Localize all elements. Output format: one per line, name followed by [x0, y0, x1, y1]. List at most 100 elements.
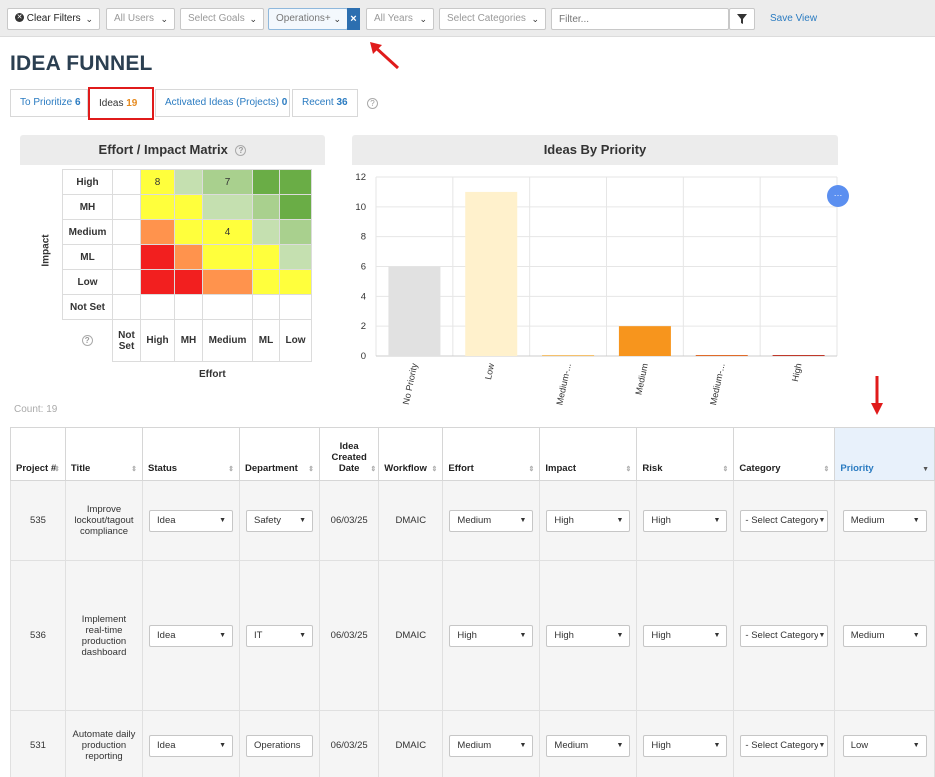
users-filter[interactable]: All Users ⌄ — [106, 8, 175, 30]
impact-select[interactable]: High ▼ — [546, 509, 631, 532]
matrix-cell[interactable] — [252, 219, 280, 245]
tab-activated-ideas[interactable]: Activated Ideas (Projects) 0 — [155, 89, 290, 117]
effort-select[interactable]: High ▼ — [449, 624, 534, 647]
tab-recent[interactable]: Recent 36 — [292, 89, 358, 117]
status-select[interactable]: Idea ▼ — [149, 509, 234, 532]
column-header-title[interactable]: Title ⇕ — [64, 427, 144, 481]
matrix-cell[interactable] — [112, 269, 141, 295]
categories-filter[interactable]: Select Categories ⌄ — [439, 8, 546, 30]
header-label: Risk — [642, 463, 663, 474]
effort-select[interactable]: Medium ▼ — [449, 509, 534, 532]
idea-title[interactable]: Implement real-time production dashboard — [64, 560, 144, 711]
matrix-cell[interactable]: 7 — [202, 169, 253, 195]
matrix-cell[interactable]: 8 — [140, 169, 175, 195]
matrix-cell[interactable] — [174, 194, 203, 220]
idea-title[interactable]: Automate daily production reporting — [64, 710, 144, 777]
more-icon: … — [834, 188, 843, 198]
column-header-effort[interactable]: Effort ⇕ — [442, 427, 541, 481]
matrix-cell[interactable] — [140, 219, 175, 245]
header-label: Priority — [840, 463, 874, 474]
matrix-cell[interactable] — [174, 294, 203, 320]
matrix-cell[interactable] — [140, 244, 175, 270]
matrix-cell[interactable] — [252, 294, 280, 320]
matrix-cell[interactable] — [202, 294, 253, 320]
impact-select[interactable]: Medium ▼ — [546, 734, 631, 757]
clear-department-icon[interactable]: × — [347, 8, 360, 30]
matrix-cell[interactable] — [252, 244, 280, 270]
matrix-cell[interactable] — [252, 169, 280, 195]
select-value: High — [651, 514, 671, 526]
column-header-workflow[interactable]: Workflow ⇕ — [378, 427, 444, 481]
y-tick-label: 0 — [361, 351, 366, 362]
department-input[interactable]: Operations — [246, 734, 314, 757]
matrix-cell[interactable] — [174, 219, 203, 245]
column-header-category[interactable]: Category ⇕ — [733, 427, 836, 481]
matrix-cell[interactable] — [140, 269, 175, 295]
priority-select[interactable]: Low ▼ — [842, 734, 927, 757]
idea-title[interactable]: Improve lockout/tagout compliance — [64, 480, 144, 561]
clear-filters-button[interactable]: ✕ Clear Filters ⌄ — [7, 8, 100, 30]
help-icon[interactable]: ? — [367, 98, 378, 109]
matrix-cell[interactable] — [252, 194, 280, 220]
matrix-cell[interactable] — [202, 244, 253, 270]
effort-select[interactable]: Medium ▼ — [449, 734, 534, 757]
department-select[interactable]: IT ▼ — [246, 624, 314, 647]
matrix-cell[interactable] — [112, 169, 141, 195]
matrix-cell[interactable] — [112, 194, 141, 220]
matrix-cell[interactable]: 4 — [202, 219, 253, 245]
matrix-cell[interactable] — [279, 219, 312, 245]
save-view-link[interactable]: Save View — [770, 13, 817, 24]
users-filter-label: All Users — [114, 13, 155, 24]
column-header-impact[interactable]: Impact ⇕ — [539, 427, 638, 481]
matrix-cell[interactable] — [140, 194, 175, 220]
priority-select[interactable]: Medium ▼ — [842, 624, 927, 647]
matrix-cell[interactable] — [174, 269, 203, 295]
matrix-cell[interactable] — [140, 294, 175, 320]
category-select[interactable]: - Select Category - ▼ — [740, 734, 829, 757]
column-header-created-date[interactable]: Idea Created Date ⇕ — [319, 427, 380, 481]
matrix-cell[interactable] — [279, 244, 312, 270]
tab-to-prioritize[interactable]: To Prioritize 6 — [10, 89, 88, 117]
search-input[interactable] — [551, 8, 729, 30]
impact-select[interactable]: High ▼ — [546, 624, 631, 647]
effort-cell: Medium ▼ — [442, 710, 541, 777]
matrix-cell[interactable] — [112, 244, 141, 270]
years-filter[interactable]: All Years ⌄ — [366, 8, 434, 30]
help-icon[interactable]: ? — [235, 145, 247, 157]
goals-filter[interactable]: Select Goals ⌄ — [180, 8, 264, 30]
category-select[interactable]: - Select Category - ▼ — [740, 624, 829, 647]
column-header-department[interactable]: Department ⇕ — [239, 427, 321, 481]
department-select[interactable]: Safety ▼ — [246, 509, 314, 532]
column-header-project[interactable]: Project # ⇕ — [10, 427, 66, 481]
department-filter[interactable]: Operations+ ⌄ — [268, 8, 348, 30]
sort-desc-icon: ▼ — [922, 466, 929, 473]
priority-select[interactable]: Medium ▼ — [842, 509, 927, 532]
matrix-cell[interactable] — [112, 219, 141, 245]
matrix-cell[interactable] — [252, 269, 280, 295]
status-select[interactable]: Idea ▼ — [149, 624, 234, 647]
help-icon[interactable]: ? — [81, 335, 93, 347]
risk-select[interactable]: High ▼ — [643, 624, 728, 647]
matrix-cell[interactable] — [112, 294, 141, 320]
matrix-cell[interactable] — [279, 269, 312, 295]
filter-funnel-button[interactable] — [729, 8, 755, 30]
caret-down-icon: ▼ — [912, 631, 920, 639]
matrix-cell[interactable] — [202, 269, 253, 295]
risk-select[interactable]: High ▼ — [643, 509, 728, 532]
matrix-cell[interactable] — [202, 194, 253, 220]
status-select[interactable]: Idea ▼ — [149, 734, 234, 757]
category-select[interactable]: - Select Category - ▼ — [740, 509, 829, 532]
matrix-cell[interactable] — [279, 169, 312, 195]
priority-cell: Medium ▼ — [834, 480, 935, 561]
matrix-cell[interactable] — [279, 194, 312, 220]
y-tick-label: 12 — [355, 172, 366, 183]
column-header-status[interactable]: Status ⇕ — [142, 427, 241, 481]
sort-icon: ⇕ — [431, 466, 438, 473]
risk-select[interactable]: High ▼ — [643, 734, 728, 757]
matrix-cell[interactable] — [174, 169, 203, 195]
matrix-cell[interactable] — [279, 294, 312, 320]
matrix-cell[interactable] — [174, 244, 203, 270]
column-header-risk[interactable]: Risk ⇕ — [636, 427, 735, 481]
column-header-priority[interactable]: Priority ▼ — [834, 427, 935, 481]
tab-ideas[interactable]: Ideas 19 — [88, 87, 154, 120]
